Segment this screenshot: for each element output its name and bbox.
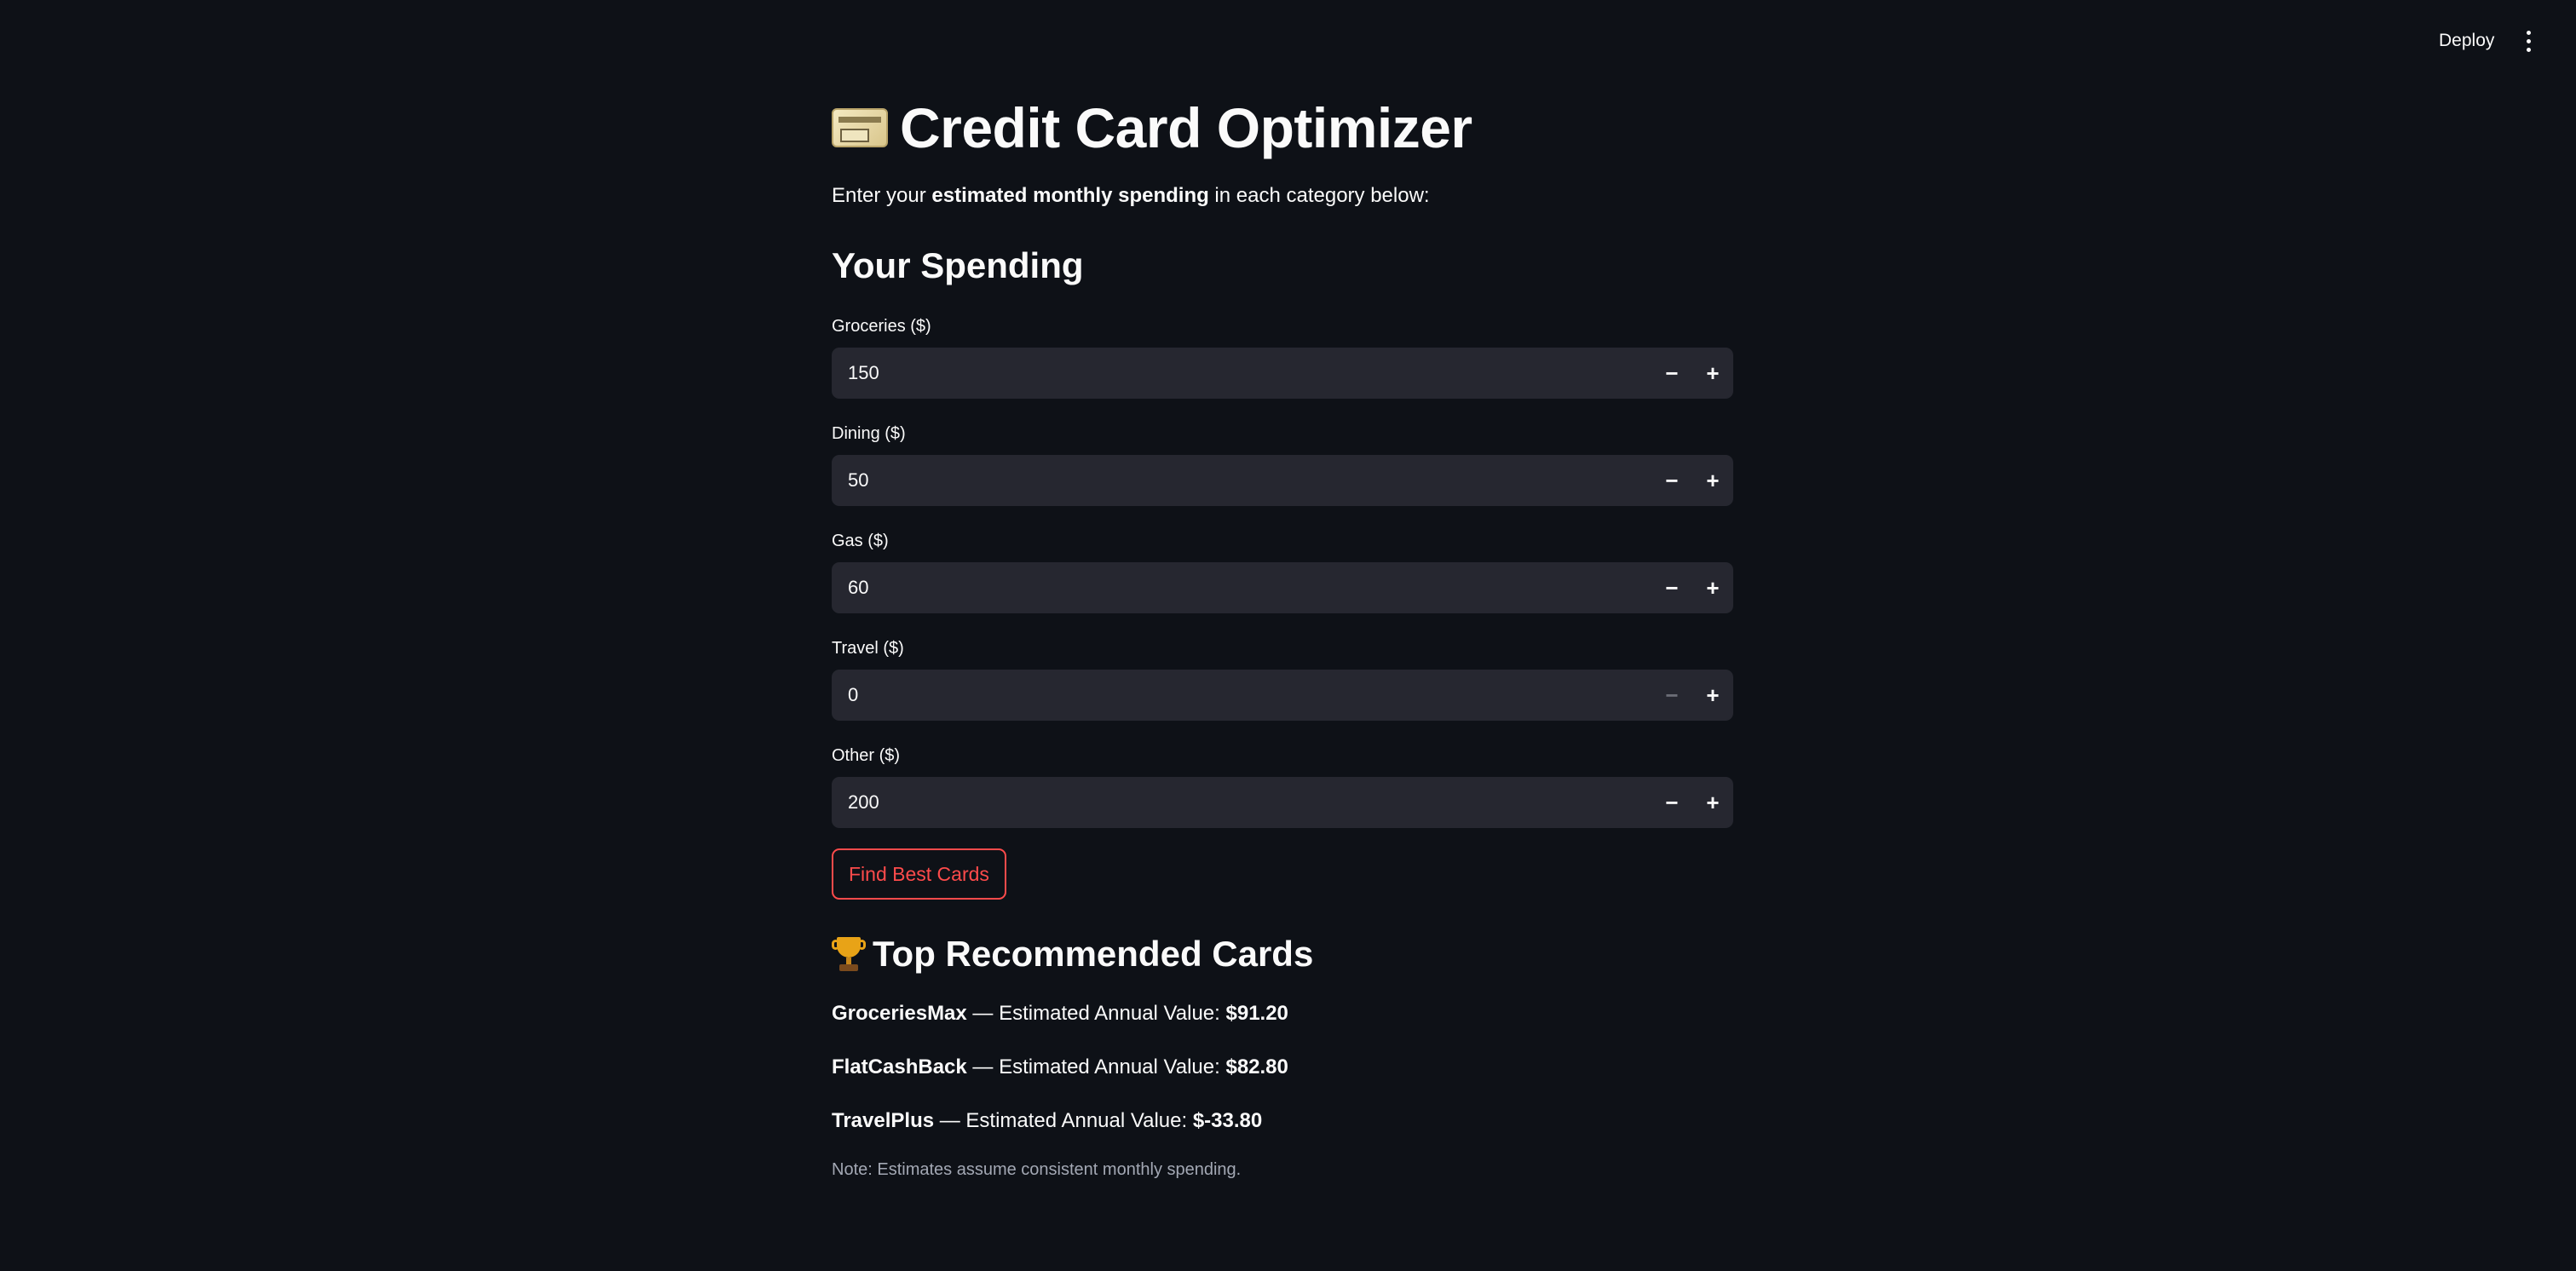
gas-number-input: − + xyxy=(832,562,1733,613)
travel-increment-button[interactable]: + xyxy=(1692,670,1733,721)
value-label: — Estimated Annual Value: xyxy=(934,1109,1193,1132)
dining-decrement-button[interactable]: − xyxy=(1651,455,1692,506)
other-decrement-button[interactable]: − xyxy=(1651,777,1692,828)
gas-label: Gas ($) xyxy=(832,532,889,550)
gas-input[interactable] xyxy=(832,562,1651,613)
groceries-decrement-button[interactable]: − xyxy=(1651,348,1692,399)
card-value: $82.80 xyxy=(1225,1055,1288,1078)
page-title: Credit Card Optimizer xyxy=(832,92,1472,164)
estimate-note: Note: Estimates assume consistent monthl… xyxy=(832,1160,1242,1179)
menu-dot xyxy=(2526,38,2531,43)
gas-decrement-button[interactable]: − xyxy=(1651,562,1692,613)
intro-prefix: Enter your xyxy=(832,184,932,207)
value-label: — Estimated Annual Value: xyxy=(966,1055,1226,1078)
page-title-text: Credit Card Optimizer xyxy=(900,96,1472,159)
groceries-label: Groceries ($) xyxy=(832,317,931,336)
groceries-input[interactable] xyxy=(832,348,1651,399)
travel-decrement-button[interactable]: − xyxy=(1651,670,1692,721)
recommendations-heading: Top Recommended Cards xyxy=(832,934,1313,975)
card-name: TravelPlus xyxy=(832,1109,935,1132)
groceries-number-input: − + xyxy=(832,348,1733,399)
other-increment-button[interactable]: + xyxy=(1692,777,1733,828)
intro-text: Enter your estimated monthly spending in… xyxy=(832,181,1430,211)
other-input[interactable] xyxy=(832,777,1651,828)
credit-card-icon xyxy=(832,108,888,147)
other-label: Other ($) xyxy=(832,746,901,765)
travel-input[interactable] xyxy=(832,670,1651,721)
card-value: $-33.80 xyxy=(1192,1109,1263,1132)
recommendation-item: TravelPlus — Estimated Annual Value: $-3… xyxy=(832,1106,1262,1136)
intro-suffix: in each category below: xyxy=(1208,184,1430,207)
top-toolbar: Deploy xyxy=(0,0,2576,82)
intro-bold: estimated monthly spending xyxy=(931,184,1209,207)
more-vertical-icon[interactable] xyxy=(2514,24,2543,58)
recommendation-item: FlatCashBack — Estimated Annual Value: $… xyxy=(832,1052,1288,1083)
travel-label: Travel ($) xyxy=(832,639,904,658)
recommendation-item: GroceriesMax — Estimated Annual Value: $… xyxy=(832,998,1288,1029)
menu-dot xyxy=(2526,47,2531,52)
menu-dot xyxy=(2526,30,2531,35)
dining-increment-button[interactable]: + xyxy=(1692,455,1733,506)
dining-input[interactable] xyxy=(832,455,1651,506)
card-value: $91.20 xyxy=(1225,1002,1288,1025)
deploy-button[interactable]: Deploy xyxy=(2427,24,2506,58)
value-label: — Estimated Annual Value: xyxy=(966,1002,1226,1025)
trophy-icon xyxy=(832,935,866,973)
gas-increment-button[interactable]: + xyxy=(1692,562,1733,613)
card-name: FlatCashBack xyxy=(832,1055,967,1078)
card-name: GroceriesMax xyxy=(832,1002,967,1025)
find-best-cards-button[interactable]: Find Best Cards xyxy=(832,848,1006,900)
groceries-increment-button[interactable]: + xyxy=(1692,348,1733,399)
travel-number-input: − + xyxy=(832,670,1733,721)
spending-heading: Your Spending xyxy=(832,245,1084,285)
dining-label: Dining ($) xyxy=(832,424,906,443)
other-number-input: − + xyxy=(832,777,1733,828)
recommendations-heading-text: Top Recommended Cards xyxy=(873,934,1314,974)
dining-number-input: − + xyxy=(832,455,1733,506)
